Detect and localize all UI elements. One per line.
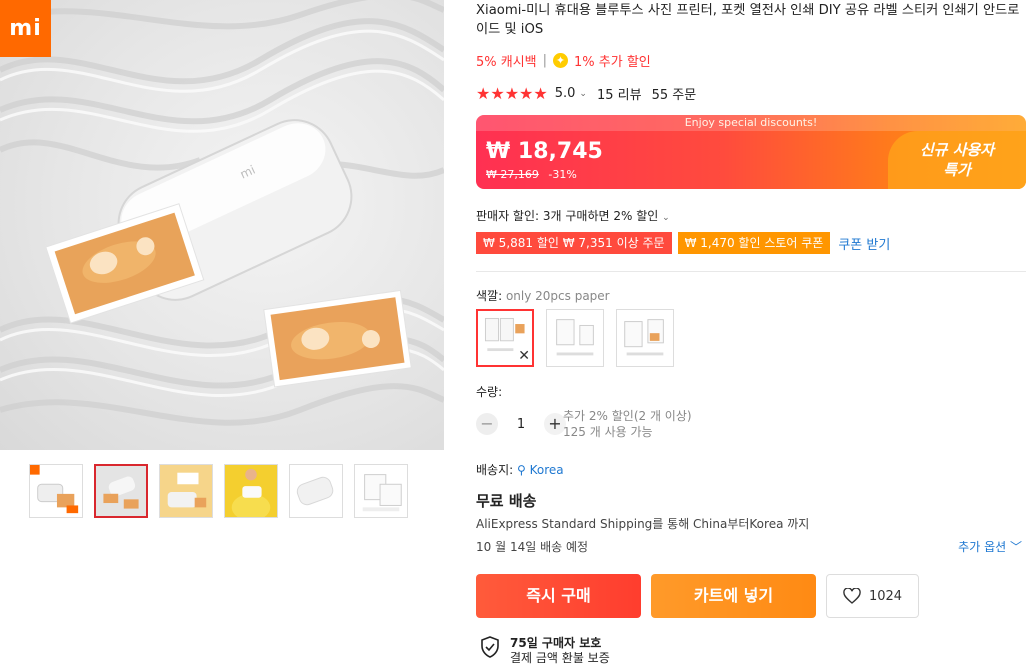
seller-discount-text: 판매자 할인: 3개 구매하면 2% 할인: [476, 209, 659, 223]
ship-to-row: 배송지: ⚲ Korea: [476, 461, 564, 478]
wishlist-button[interactable]: 1024: [826, 574, 919, 618]
more-options-text: 추가 옵션: [958, 540, 1007, 554]
extra-discount-text: 1% 추가 할인: [574, 55, 651, 70]
map-pin-icon[interactable]: ⚲: [517, 463, 526, 477]
thumbnail-4[interactable]: [224, 464, 278, 518]
divider: [476, 271, 1026, 272]
separator: |: [542, 53, 548, 68]
coupon-row: ₩ 5,881 할인 ₩ 7,351 이상 주문 ₩ 1,470 할인 스토어 …: [476, 232, 890, 254]
original-price-row: ₩ 27,169 -31%: [486, 168, 577, 181]
buyer-protection: 75일 구매자 보호 결제 금액 환불 보증: [480, 636, 610, 666]
shipping-method: AliExpress Standard Shipping를 통해 China부터…: [476, 517, 810, 531]
coupon-badge-2[interactable]: ₩ 1,470 할인 스토어 쿠폰: [677, 232, 831, 254]
rating-stars: ★★★★★: [476, 84, 548, 103]
variant-option-printer[interactable]: [546, 309, 604, 367]
chevron-down-icon: ﹀: [1009, 540, 1022, 554]
printer-photo: mi: [0, 0, 444, 426]
protection-subtitle: 결제 금액 환불 보증: [510, 651, 610, 665]
discount-percent: -31%: [548, 168, 577, 181]
shield-check-icon: [481, 636, 499, 658]
mi-logo-icon: mi: [0, 0, 51, 57]
delivery-estimate: 10 월 14일 배송 예정: [476, 540, 589, 554]
price-banner: Enjoy special discounts! ₩ 18,745 ₩ 27,1…: [476, 115, 1026, 189]
product-title: Xiaomi-미니 휴대용 블루투스 사진 프린터, 포켓 열전사 인쇄 DIY…: [476, 3, 1020, 37]
heart-icon: [843, 588, 861, 604]
new-user-line-2: 특가: [943, 161, 971, 179]
main-product-image[interactable]: mi mi: [0, 0, 444, 450]
original-price: ₩ 27,169: [486, 168, 539, 181]
quantity-stepper: − 1 +: [476, 413, 566, 435]
color-label: 색깔: only 20pcs paper: [476, 287, 610, 304]
close-icon: ✕: [518, 348, 530, 364]
cashback-row: 5% 캐시백 | ✦ 1% 추가 할인: [476, 51, 651, 70]
quantity-minus-button[interactable]: −: [476, 413, 498, 435]
more-shipping-options[interactable]: 추가 옵션 ﹀: [958, 538, 1022, 555]
new-user-deal[interactable]: 신규 사용자 특가: [888, 131, 1026, 189]
quantity-label: 수량:: [476, 385, 503, 399]
thumbnail-3[interactable]: [159, 464, 213, 518]
variant-option-printer-paper[interactable]: [616, 309, 674, 367]
rating-score[interactable]: 5.0: [555, 86, 576, 101]
ship-to-location[interactable]: Korea: [530, 463, 564, 477]
thumbnail-1[interactable]: [29, 464, 83, 518]
free-shipping-title: 무료 배송: [476, 492, 537, 510]
current-price: ₩ 18,745: [486, 139, 603, 164]
stock-available-note: 125 개 사용 가능: [563, 425, 653, 439]
thumbnail-5[interactable]: [289, 464, 343, 518]
quantity-value[interactable]: 1: [498, 417, 544, 432]
seller-discount[interactable]: 판매자 할인: 3개 구매하면 2% 할인 ⌄: [476, 207, 670, 224]
ship-to-label: 배송지:: [476, 463, 514, 477]
protection-title: 75일 구매자 보호: [510, 636, 602, 650]
new-user-line-1: 신규 사용자: [919, 141, 995, 159]
selected-variant-name: only 20pcs paper: [505, 289, 610, 303]
cashback-text: 5% 캐시백: [476, 55, 537, 70]
variant-option-paper[interactable]: ✕: [476, 309, 534, 367]
get-coupon-link[interactable]: 쿠폰 받기: [838, 234, 890, 253]
thumbnail-2[interactable]: [94, 464, 148, 518]
chevron-down-icon[interactable]: ⌄: [579, 89, 587, 99]
coupon-badge-1[interactable]: ₩ 5,881 할인 ₩ 7,351 이상 주문: [476, 232, 672, 254]
wishlist-count: 1024: [868, 588, 903, 604]
special-discount-banner: Enjoy special discounts!: [476, 115, 1026, 131]
quantity-note: 추가 2% 할인(2 개 이상) 125 개 사용 가능: [563, 408, 692, 440]
chevron-down-icon: ⌄: [662, 213, 670, 223]
color-label-text: 색깔:: [476, 289, 503, 303]
review-count[interactable]: 15 리뷰: [597, 84, 642, 103]
order-count: 55 주문: [651, 88, 697, 103]
buy-now-button[interactable]: 즉시 구매: [476, 574, 641, 618]
rating-row: ★★★★★ 5.0 ⌄ 15 리뷰 55 주문: [476, 84, 696, 103]
thumbnail-6[interactable]: [354, 464, 408, 518]
add-to-cart-button[interactable]: 카트에 넣기: [651, 574, 816, 618]
coin-icon: ✦: [553, 53, 569, 68]
bulk-discount-note: 추가 2% 할인(2 개 이상): [563, 409, 692, 423]
